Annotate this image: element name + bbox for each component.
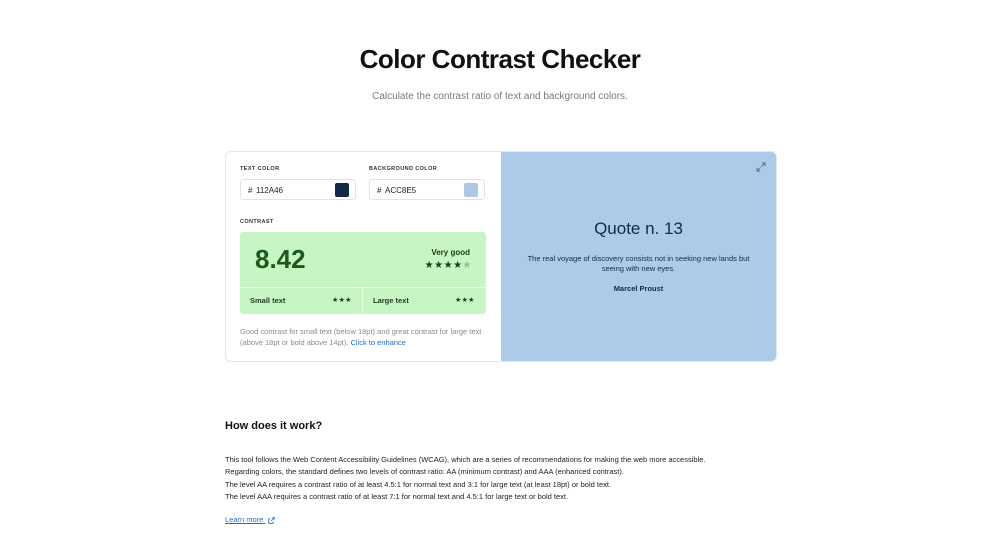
background-color-field[interactable]: # ACC8E5 <box>369 179 485 200</box>
large-text-label: Large text <box>373 296 409 305</box>
quote-text: The real voyage of discovery consists no… <box>527 254 750 273</box>
background-color-label: BACKGROUND COLOR <box>369 166 438 172</box>
small-text-label: Small text <box>250 296 286 305</box>
page-subtitle: Calculate the contrast ratio of text and… <box>372 91 628 102</box>
contrast-label: CONTRAST <box>240 219 274 225</box>
hash-symbol: # <box>248 186 253 195</box>
how-line: This tool follows the Web Content Access… <box>225 455 706 464</box>
background-color-value: ACC8E5 <box>385 186 417 195</box>
contrast-result: 8.42 Very good ★★★★★ Small text ★★★ Larg… <box>240 232 486 314</box>
how-line: The level AAA requires a contrast ratio … <box>225 491 569 501</box>
text-color-label: TEXT COLOR <box>240 166 280 172</box>
controls-panel: TEXT COLOR # 112A46 BACKGROUND COLOR # A… <box>226 152 501 361</box>
external-link-icon <box>268 516 276 524</box>
expand-icon[interactable] <box>756 162 766 172</box>
how-line: Regarding colors, the standard defines t… <box>225 467 624 477</box>
how-section-title: How does it work? <box>225 420 323 432</box>
contrast-note: Good contrast for small text (below 18pt… <box>240 326 490 348</box>
divider <box>240 287 486 288</box>
divider <box>362 287 363 314</box>
text-color-swatch[interactable] <box>335 183 349 197</box>
contrast-ratio: 8.42 <box>255 244 306 274</box>
preview-panel: Quote n. 13 The real voyage of discovery… <box>501 152 776 361</box>
checker-card: TEXT COLOR # 112A46 BACKGROUND COLOR # A… <box>225 151 777 362</box>
text-color-value: 112A46 <box>256 186 283 195</box>
large-text-stars: ★★★ <box>455 297 475 304</box>
enhance-link[interactable]: Click to enhance <box>351 338 406 347</box>
quote-title: Quote n. 13 <box>594 219 683 238</box>
how-line: The level AA requires a contrast ratio o… <box>225 479 612 489</box>
learn-more-label: Learn more <box>225 515 264 524</box>
how-section-body: This tool follows the Web Content Access… <box>225 454 705 503</box>
quote-author: Marcel Proust <box>613 284 664 293</box>
rating-stars: ★★★★★ <box>424 260 472 271</box>
hash-symbol: # <box>377 186 382 195</box>
text-color-field[interactable]: # 112A46 <box>240 179 356 200</box>
background-color-swatch[interactable] <box>464 183 478 197</box>
learn-more-link[interactable]: Learn more <box>225 515 276 524</box>
page-title: Color Contrast Checker <box>359 44 641 74</box>
small-text-stars: ★★★ <box>332 297 352 304</box>
contrast-rating: Very good <box>431 248 470 257</box>
